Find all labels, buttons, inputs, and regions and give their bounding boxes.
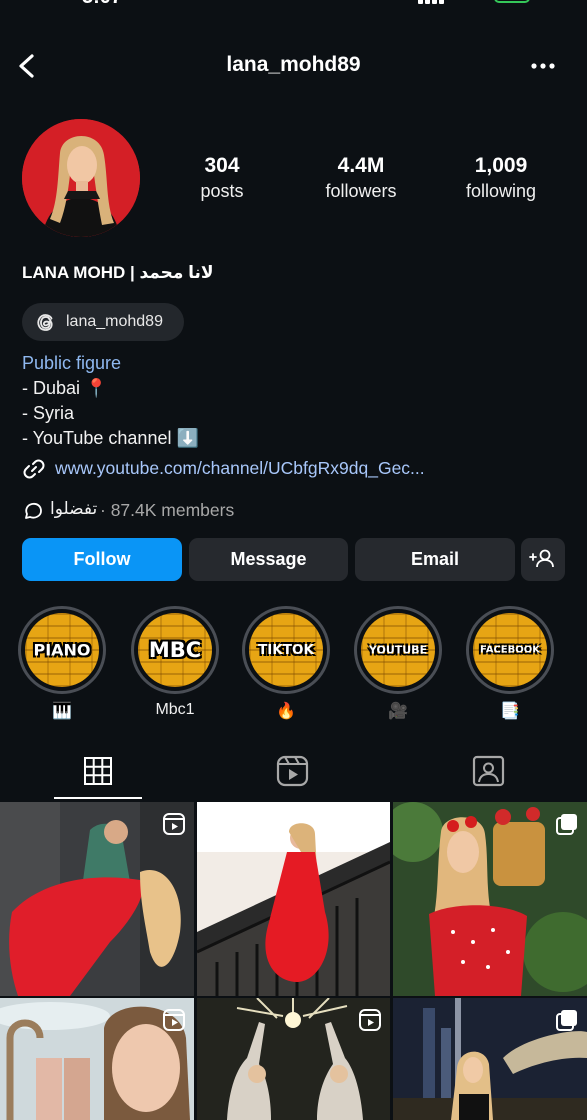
more-options-button[interactable]: [528, 54, 558, 78]
post-thumbnail[interactable]: [393, 802, 587, 996]
post-thumbnail[interactable]: [197, 802, 390, 996]
status-time: 3:07: [82, 0, 122, 9]
tab-tagged[interactable]: [445, 752, 533, 798]
followers-count[interactable]: 4.4M followers: [301, 154, 421, 202]
highlight-cover: FACEBOOK: [466, 606, 554, 694]
highlight-caption: 📑: [500, 703, 520, 720]
highlight-caption: 🎥: [388, 703, 408, 720]
email-button[interactable]: Email: [355, 538, 515, 581]
highlight-cover-text: YOUTUBE: [368, 643, 428, 657]
highlight-caption: Mbc1: [155, 701, 195, 718]
following-count[interactable]: 1,009 following: [441, 154, 561, 202]
reels-icon: [276, 755, 309, 787]
story-highlight[interactable]: MBC Mbc1: [131, 606, 219, 721]
bio-line: - Dubai 📍: [22, 378, 108, 398]
bio-line: - Syria: [22, 403, 75, 423]
broadcast-channel-members: · 87.4K members: [100, 500, 235, 520]
highlight-cover: TIKTOK: [242, 606, 330, 694]
broadcast-channel-icon: [25, 502, 42, 519]
bio-link-text[interactable]: www.youtube.com/channel/UCbfgRx9dq_Gec..…: [55, 458, 425, 479]
highlight-cover-text: MBC: [148, 638, 202, 662]
avatar-photo: [22, 119, 140, 237]
highlight-cover-text: PIANO: [33, 640, 91, 660]
reel-indicator-icon: [359, 1009, 381, 1031]
tab-posts-grid[interactable]: [54, 752, 142, 798]
active-tab-indicator: [54, 797, 142, 799]
highlight-cover: MBC: [131, 606, 219, 694]
following-count-value: 1,009: [474, 154, 528, 177]
threads-badge[interactable]: lana_mohd89: [22, 303, 184, 341]
posts-count-label: posts: [200, 181, 244, 201]
threads-handle: lana_mohd89: [66, 313, 163, 330]
posts-count[interactable]: 304 posts: [162, 154, 282, 202]
broadcast-channel-name: تفضلوا: [50, 499, 98, 519]
highlight-caption: 🎹: [52, 703, 72, 720]
battery-icon: [494, 0, 530, 3]
post-thumbnail[interactable]: [0, 998, 194, 1120]
status-bar: 3:07: [0, 0, 587, 8]
tagged-person-icon: [472, 755, 505, 787]
highlight-cover-text: FACEBOOK: [480, 644, 540, 656]
follow-button[interactable]: Follow: [22, 538, 182, 581]
carousel-indicator-icon: [359, 814, 380, 835]
post-thumbnail[interactable]: [0, 802, 194, 996]
posts-count-value: 304: [204, 154, 240, 177]
message-button[interactable]: Message: [189, 538, 348, 581]
reel-indicator-icon: [163, 813, 185, 835]
more-horizontal-icon: [531, 63, 555, 69]
profile-full-name: LANA MOHD | لانا محمد: [22, 263, 214, 282]
profile-username: lana_mohd89: [226, 53, 361, 76]
post-thumbnail[interactable]: [393, 998, 587, 1120]
profile-category: Public figure: [22, 353, 122, 373]
link-icon: [23, 459, 45, 479]
suggested-people-button[interactable]: [521, 538, 565, 581]
story-highlight[interactable]: YOUTUBE 🎥: [354, 606, 442, 721]
post-thumbnail[interactable]: [197, 998, 390, 1120]
grid-icon: [84, 757, 112, 785]
story-highlight[interactable]: PIANO 🎹: [18, 606, 106, 721]
story-highlight[interactable]: TIKTOK 🔥: [242, 606, 330, 721]
followers-count-label: followers: [325, 181, 397, 201]
carousel-indicator-icon: [556, 814, 577, 835]
cellular-signal-icon: [418, 0, 446, 4]
highlight-cover: YOUTUBE: [354, 606, 442, 694]
story-highlight[interactable]: FACEBOOK 📑: [466, 606, 554, 721]
bio-line: - YouTube channel ⬇️: [22, 428, 199, 448]
followers-count-value: 4.4M: [337, 154, 385, 177]
highlight-caption: 🔥: [276, 703, 296, 720]
add-person-icon: [529, 549, 554, 568]
following-count-label: following: [465, 181, 537, 201]
tab-reels[interactable]: [249, 752, 337, 798]
carousel-indicator-icon: [556, 1010, 577, 1031]
highlight-cover-text: TIKTOK: [258, 642, 314, 658]
threads-icon: [37, 314, 53, 331]
highlight-cover: PIANO: [18, 606, 106, 694]
profile-avatar[interactable]: [22, 119, 140, 237]
reel-indicator-icon: [163, 1009, 185, 1031]
